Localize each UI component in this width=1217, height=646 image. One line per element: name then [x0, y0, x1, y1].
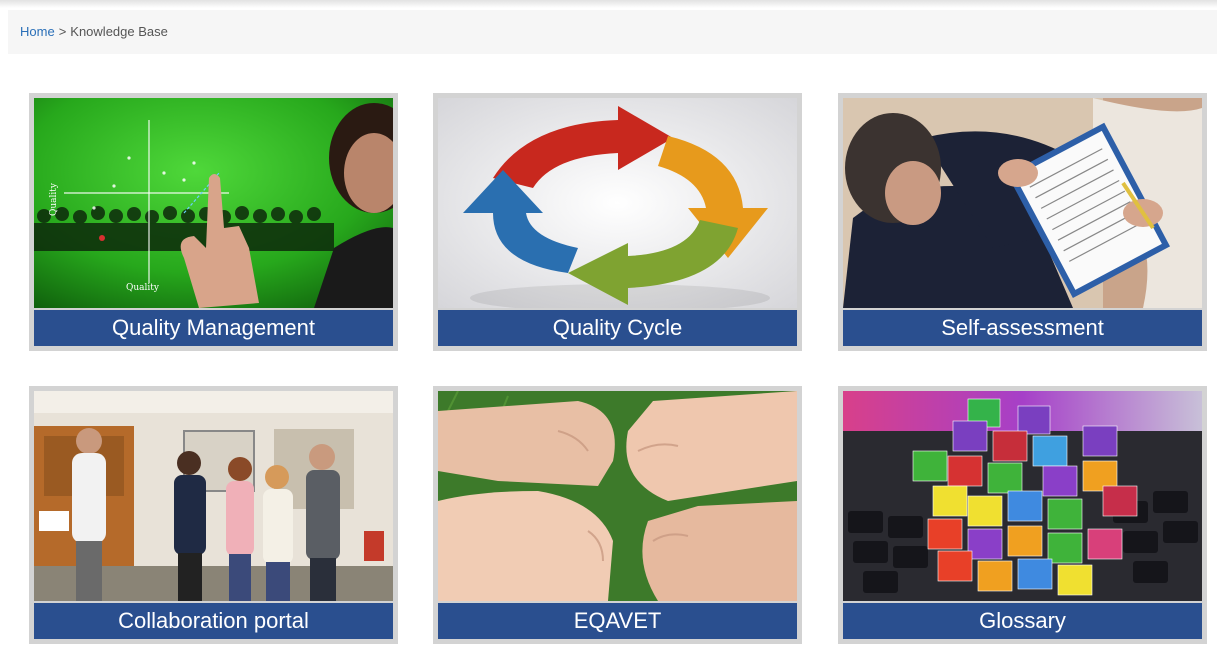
tile-label: EQAVET — [438, 603, 797, 639]
cubes-keyboard-photo — [843, 391, 1202, 601]
eqavet-image — [438, 391, 797, 601]
glossary-image — [843, 391, 1202, 601]
quality-axis-label-y: Quality — [49, 182, 59, 216]
tile-collaboration-portal[interactable]: Collaboration portal — [29, 386, 398, 644]
tile-label: Glossary — [843, 603, 1202, 639]
linked-hands-photo — [438, 391, 797, 601]
collaboration-portal-image — [34, 391, 393, 601]
breadcrumb-current: Knowledge Base — [70, 24, 168, 39]
tile-label: Collaboration portal — [34, 603, 393, 639]
clipboard-photo — [843, 98, 1202, 308]
breadcrumb-separator: > — [58, 24, 67, 39]
breadcrumb-home-link[interactable]: Home — [20, 24, 55, 39]
top-shadow — [0, 0, 1217, 8]
quality-management-image: Quality Quality — [34, 98, 393, 308]
self-assessment-image — [843, 98, 1202, 308]
tile-quality-cycle[interactable]: Quality Cycle — [433, 93, 802, 351]
tile-label: Quality Management — [34, 310, 393, 346]
quality-cycle-image — [438, 98, 797, 308]
tile-eqavet[interactable]: EQAVET — [433, 386, 802, 644]
tile-glossary[interactable]: Glossary — [838, 386, 1207, 644]
tile-self-assessment[interactable]: Self-assessment — [838, 93, 1207, 351]
tile-quality-management[interactable]: Quality Quality Quality Management — [29, 93, 398, 351]
breadcrumb: Home > Knowledge Base — [8, 10, 1217, 54]
tile-label: Quality Cycle — [438, 310, 797, 346]
quality-management-photo: Quality Quality — [34, 98, 393, 308]
classroom-photo — [34, 391, 393, 601]
quality-axis-label-x: Quality — [126, 283, 160, 293]
cycle-arrows-graphic — [438, 98, 797, 308]
tile-label: Self-assessment — [843, 310, 1202, 346]
